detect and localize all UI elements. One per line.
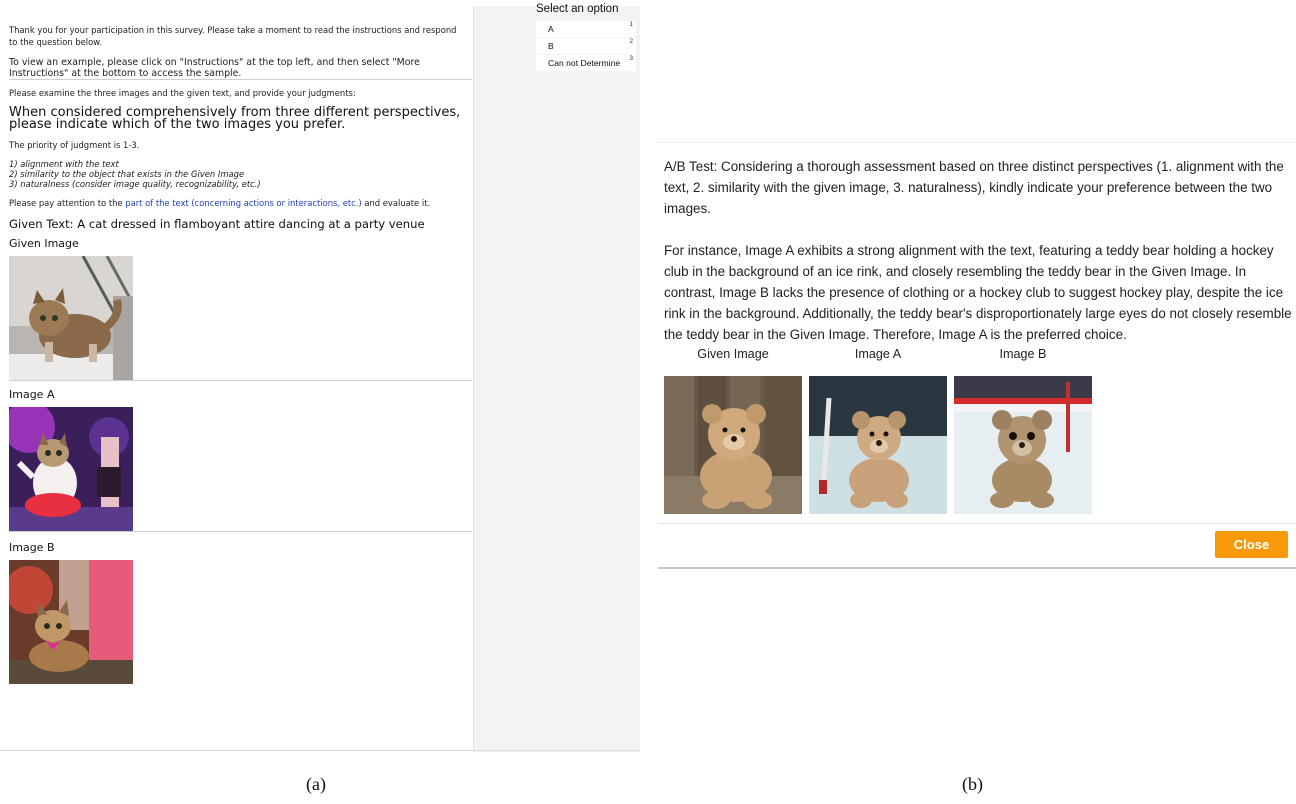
option-label: Can not Determine	[548, 58, 621, 68]
divider	[9, 531, 472, 532]
intro-example-text: To view an example, please click on "Ins…	[9, 57, 420, 79]
option-label: B	[548, 41, 554, 51]
divider	[9, 79, 472, 80]
close-button[interactable]: Close	[1215, 531, 1288, 558]
attention-prefix: Please pay attention to the	[9, 198, 126, 208]
given-image-cat	[9, 256, 133, 380]
divider	[658, 142, 1296, 143]
survey-panel: Thank you for your participation in this…	[0, 0, 640, 752]
divider	[658, 523, 1296, 524]
option-shortcut: 2	[629, 38, 633, 45]
divider	[658, 567, 1296, 569]
image-a-teddy-image	[809, 376, 947, 514]
figure-caption-a: (a)	[306, 774, 326, 794]
attention-suffix: and evaluate it.	[361, 198, 431, 208]
criteria-list: 1) alignment with the text 2) similarity…	[9, 159, 464, 189]
given-image-label: Given Image	[697, 347, 769, 361]
modal-body-text: A/B Test: Considering a thorough assessm…	[664, 156, 1294, 345]
attention-text: Please pay attention to the part of the …	[9, 198, 464, 208]
option-can-not-determine[interactable]: Can not Determine 3	[536, 55, 636, 71]
divider	[0, 750, 640, 751]
given-text-prompt: Given Text: A cat dressed in flamboyant …	[9, 217, 425, 231]
image-a-label: Image A	[9, 388, 55, 401]
comparison-given-image: Given Image	[664, 347, 802, 514]
option-label: A	[548, 24, 554, 34]
image-a-cat	[9, 407, 133, 531]
option-shortcut: 3	[629, 55, 633, 62]
divider	[9, 380, 472, 381]
criterion-item: 3) naturalness (consider image quality, …	[9, 179, 261, 189]
options-list: A1 B2 Can not Determine 3	[536, 21, 636, 72]
option-a[interactable]: A1	[536, 21, 636, 37]
image-b-label: Image B	[999, 347, 1047, 361]
image-a-label: Image A	[854, 347, 902, 361]
image-b-teddy-image	[954, 376, 1092, 514]
intro-thanks-text: Thank you for your participation in this…	[9, 25, 457, 47]
options-title: Select an option	[536, 3, 619, 15]
modal-paragraph: A/B Test: Considering a thorough assessm…	[664, 159, 1284, 216]
option-shortcut: 1	[629, 21, 633, 28]
options-sidebar: Select an option A1 B2 Can not Determine…	[473, 3, 640, 752]
given-image-label: Given Image	[9, 237, 79, 250]
figure-caption-b: (b)	[962, 774, 983, 794]
question-heading: When considered comprehensively from thr…	[9, 105, 461, 132]
option-b[interactable]: B2	[536, 38, 636, 54]
modal-paragraph: For instance, Image A exhibits a strong …	[664, 243, 1292, 342]
survey-content: Thank you for your participation in this…	[0, 6, 472, 752]
example-modal: A/B Test: Considering a thorough assessm…	[658, 140, 1296, 570]
attention-highlight: part of the text (concerning actions or …	[125, 198, 362, 208]
examine-instruction: Please examine the three images and the …	[9, 88, 356, 98]
criterion-item: 2) similarity to the object that exists …	[9, 169, 245, 179]
image-b-label: Image B	[9, 541, 55, 554]
comparison-image-b: Image B	[954, 347, 1092, 514]
given-teddy-image	[664, 376, 802, 514]
image-b-cat	[9, 560, 133, 684]
criterion-item: 1) alignment with the text	[9, 159, 119, 169]
comparison-image-a: Image A	[809, 347, 947, 514]
priority-text: The priority of judgment is 1-3.	[9, 140, 140, 150]
